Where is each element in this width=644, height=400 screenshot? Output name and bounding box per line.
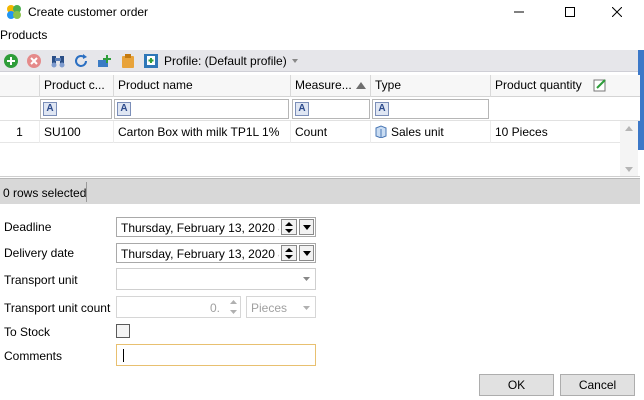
row-number: 1 <box>0 121 40 143</box>
cell-measure[interactable]: Count <box>291 121 371 143</box>
transport-unit-count-unit-value: Pieces <box>251 301 288 315</box>
column-header-product-code[interactable]: Product c... <box>40 75 114 97</box>
text-filter-icon: A <box>295 102 309 116</box>
add-row-icon[interactable] <box>97 53 113 69</box>
deadline-label: Deadline <box>4 220 52 234</box>
cell-product-name[interactable]: Carton Box with milk TP1L 1% <box>114 121 291 143</box>
rows-selected-text: 0 rows selected <box>3 186 87 200</box>
filter-measure[interactable]: A <box>292 99 370 119</box>
cell-type[interactable]: Sales unit <box>371 121 491 143</box>
ok-button[interactable]: OK <box>479 374 554 396</box>
column-header-product-quantity-label: Product quantity <box>495 78 582 92</box>
status-divider <box>86 182 87 202</box>
cell-type-label: Sales unit <box>391 125 444 139</box>
to-stock-label: To Stock <box>4 325 51 339</box>
maximize-button[interactable] <box>547 0 593 24</box>
spin-down-icon <box>285 255 293 259</box>
transport-unit-count-input[interactable]: 0. <box>116 296 241 318</box>
delivery-date-picker[interactable]: Thursday, February 13, 2020 8 <box>116 243 316 263</box>
close-icon <box>612 7 622 17</box>
comments-label: Comments <box>4 349 63 363</box>
title-bar: Create customer order <box>0 0 644 24</box>
clover-app-icon <box>7 5 21 19</box>
scroll-down-icon[interactable] <box>625 167 633 172</box>
deadline-calendar-button[interactable] <box>299 219 314 235</box>
column-header-product-name[interactable]: Product name <box>114 75 291 97</box>
deadline-picker[interactable]: Thursday, February 13, 2020 8 <box>116 217 316 237</box>
filter-product-code[interactable]: A <box>40 99 112 119</box>
grid-status-bar: 0 rows selected <box>0 178 640 204</box>
save-icon[interactable] <box>143 53 159 69</box>
scroll-up-icon[interactable] <box>625 126 633 131</box>
text-filter-icon: A <box>117 102 131 116</box>
remove-icon[interactable] <box>26 53 42 69</box>
column-header-measure[interactable]: Measure... <box>291 75 371 97</box>
products-toolbar: Profile: (Default profile) <box>0 50 640 72</box>
column-header-measure-label: Measure... <box>295 78 352 92</box>
deadline-value: Thursday, February 13, 2020 8 <box>121 221 279 235</box>
deadline-spinner[interactable] <box>281 219 297 235</box>
binoculars-icon[interactable] <box>50 53 66 69</box>
filter-type[interactable]: A <box>372 99 489 119</box>
column-header-product-quantity[interactable]: Product quantity <box>491 75 613 97</box>
chevron-down-icon <box>303 251 311 256</box>
transport-unit-count-unit-select[interactable]: Pieces <box>246 296 316 318</box>
grid-scrollbar[interactable] <box>620 121 638 177</box>
grid-bottom-border <box>0 176 640 177</box>
comments-field[interactable] <box>116 344 316 366</box>
profile-dropdown-arrow-icon[interactable] <box>292 59 298 63</box>
spin-down-icon <box>285 229 293 233</box>
spin-down-icon[interactable] <box>230 310 237 314</box>
cell-product-quantity[interactable]: 10 Pieces <box>491 121 620 143</box>
table-row[interactable]: 1 SU100 Carton Box with milk TP1L 1% Cou… <box>0 121 620 143</box>
minimize-icon <box>514 11 524 13</box>
text-caret <box>123 349 124 362</box>
text-filter-icon: A <box>43 102 57 116</box>
add-icon[interactable] <box>3 53 19 69</box>
sales-unit-box-icon <box>375 125 387 138</box>
maximize-icon <box>565 7 575 17</box>
cell-product-code[interactable]: SU100 <box>40 121 114 143</box>
chevron-down-icon <box>303 225 311 230</box>
refresh-icon[interactable] <box>73 53 89 69</box>
row-indicator-header <box>0 75 40 97</box>
to-stock-checkbox[interactable] <box>116 324 130 338</box>
transport-unit-select[interactable] <box>116 268 316 290</box>
spin-up-icon[interactable] <box>230 300 237 304</box>
window-title: Create customer order <box>28 5 149 19</box>
close-button[interactable] <box>594 0 640 24</box>
delivery-date-calendar-button[interactable] <box>299 245 314 261</box>
delivery-date-value: Thursday, February 13, 2020 8 <box>121 247 279 261</box>
cancel-button[interactable]: Cancel <box>560 374 635 396</box>
chevron-down-icon <box>303 277 310 281</box>
transport-unit-label: Transport unit <box>4 273 78 287</box>
delivery-date-label: Delivery date <box>4 246 75 260</box>
sort-ascending-icon <box>356 82 366 89</box>
filter-product-name[interactable]: A <box>114 99 289 119</box>
spin-up-icon <box>285 222 293 226</box>
grid-header: Product c... Product name Measure... Typ… <box>0 75 640 97</box>
chevron-down-icon <box>303 306 310 310</box>
transport-unit-count-label: Transport unit count <box>4 301 111 315</box>
spin-up-icon <box>285 248 293 252</box>
products-section-label: Products <box>0 28 48 42</box>
profile-selector[interactable]: Profile: (Default profile) <box>164 54 287 68</box>
clipboard-icon[interactable] <box>120 53 136 69</box>
transport-unit-count-value: 0. <box>209 301 220 315</box>
minimize-button[interactable] <box>496 0 542 24</box>
delivery-date-spinner[interactable] <box>281 245 297 261</box>
grid-filter-row: A A A A <box>0 97 640 121</box>
edit-column-icon[interactable] <box>593 78 607 92</box>
column-header-type[interactable]: Type <box>371 75 491 97</box>
text-filter-icon: A <box>375 102 389 116</box>
